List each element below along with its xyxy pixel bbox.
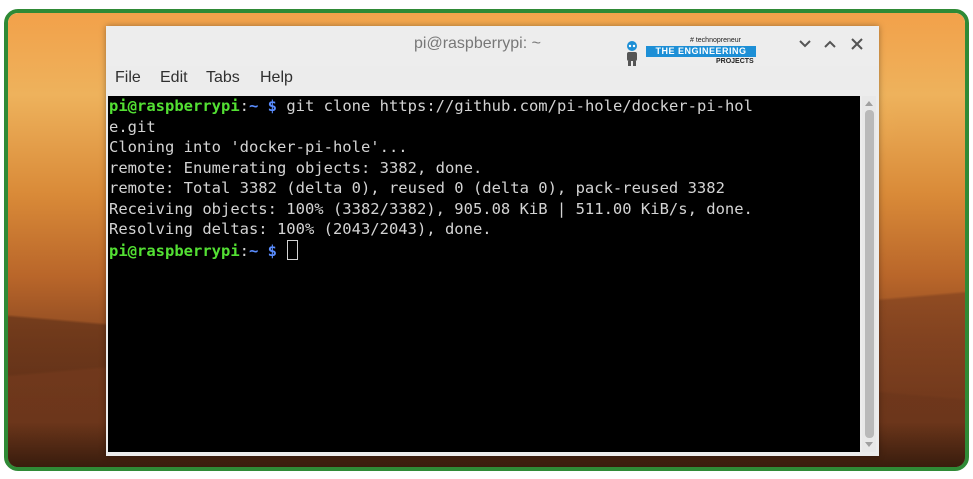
logo-name: THE ENGINEERING [646, 46, 756, 57]
title-bar[interactable]: pi@raspberrypi: ~ # technopreneur THE EN… [106, 26, 879, 68]
prompt-user: pi@raspberrypi [109, 97, 240, 115]
window-title: pi@raspberrypi: ~ [414, 35, 541, 52]
close-icon[interactable] [847, 34, 867, 54]
prompt-dollar: $ [258, 97, 278, 115]
scroll-down-icon[interactable] [864, 440, 874, 450]
terminal-output[interactable]: pi@raspberrypi:~ $ git clone https://git… [108, 96, 860, 452]
vertical-scrollbar[interactable] [862, 96, 876, 452]
command-line: pi@raspberrypi:~ $ git clone https://git… [109, 96, 860, 117]
prompt-colon: : [239, 241, 249, 260]
menu-edit[interactable]: Edit [160, 69, 188, 87]
prompt-dollar: $ [258, 241, 278, 260]
output-line: Resolving deltas: 100% (2043/2043), done… [109, 220, 492, 238]
robot-logo-icon [627, 41, 637, 68]
command-wrap-line: e.git [109, 117, 156, 136]
logo-subtitle: PROJECTS [716, 58, 754, 65]
menu-help[interactable]: Help [260, 69, 293, 87]
prompt-line: pi@raspberrypi:~ $ [109, 239, 860, 261]
chevron-up-icon[interactable] [820, 34, 840, 54]
prompt-colon: : [239, 97, 249, 115]
menu-file[interactable]: File [115, 69, 141, 87]
command-text: git clone https://github.com/pi-hole/doc… [277, 97, 753, 115]
terminal-window: pi@raspberrypi: ~ # technopreneur THE EN… [106, 26, 879, 456]
text-cursor [287, 239, 299, 260]
scroll-up-icon[interactable] [864, 98, 874, 108]
output-line: Receiving objects: 100% (3382/3382), 905… [109, 199, 753, 218]
prompt-path: ~ [249, 241, 259, 260]
scrollbar-thumb[interactable] [865, 110, 874, 438]
output-line: Cloning into 'docker-pi-hole'... [109, 138, 408, 156]
chevron-down-icon[interactable] [795, 34, 815, 54]
output-line: remote: Total 3382 (delta 0), reused 0 (… [109, 179, 725, 197]
menu-tabs[interactable]: Tabs [206, 69, 240, 87]
prompt-user: pi@raspberrypi [109, 241, 240, 260]
output-line: remote: Enumerating objects: 3382, done. [109, 158, 483, 177]
prompt-path: ~ [249, 97, 259, 115]
logo-tagline: # technopreneur [690, 37, 741, 44]
